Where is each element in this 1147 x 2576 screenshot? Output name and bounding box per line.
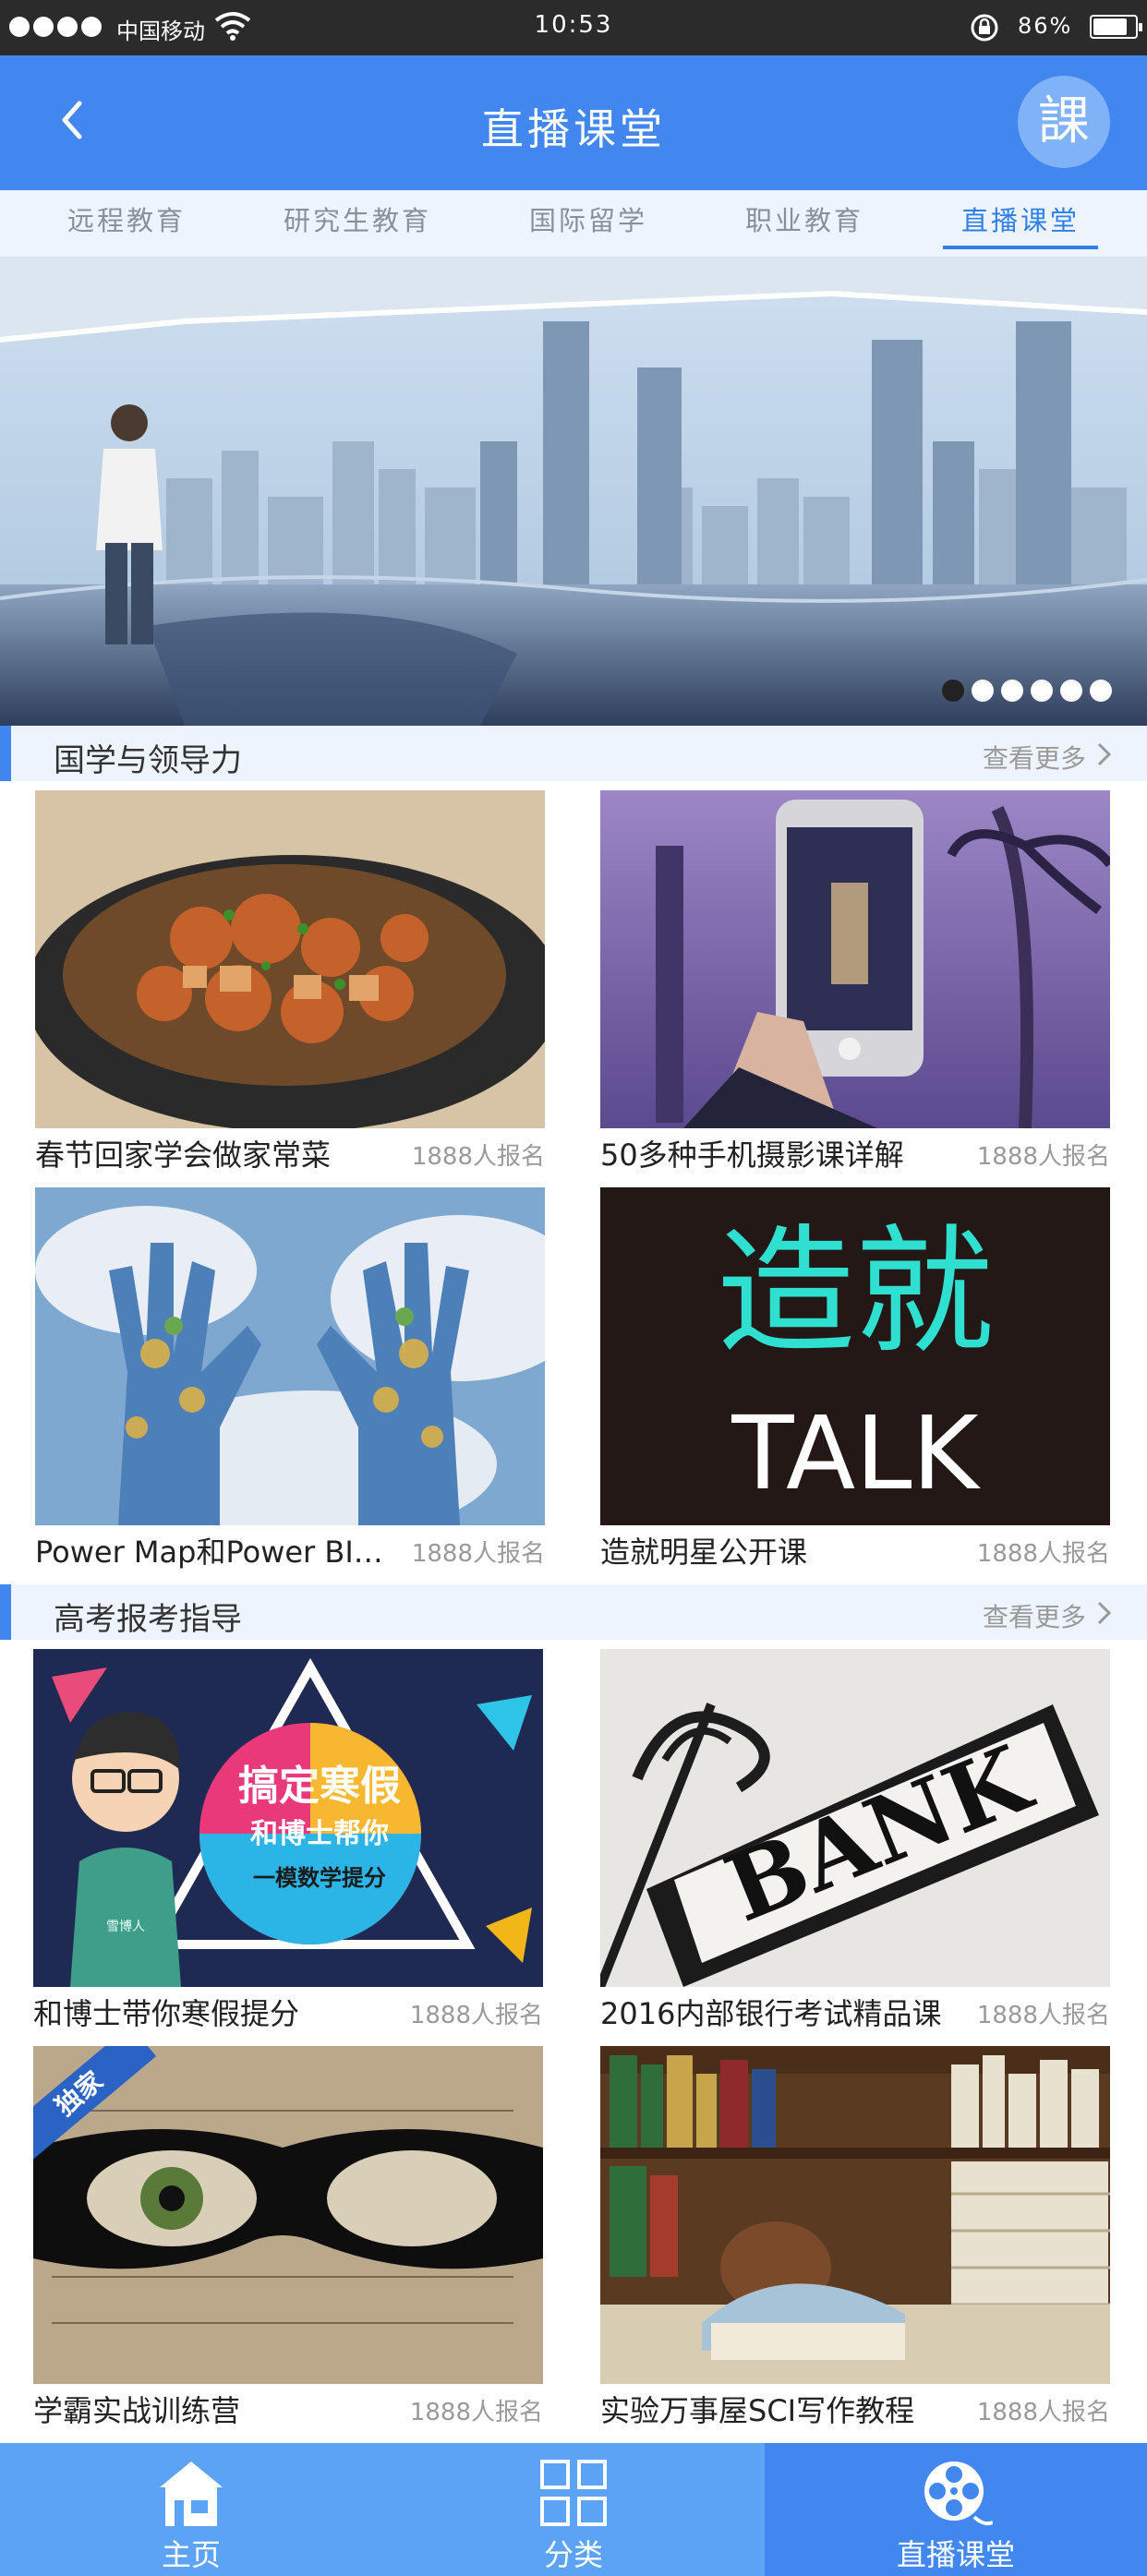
enrollment-count: 1888人报名	[409, 2002, 543, 2029]
film-reel-icon	[924, 2462, 993, 2526]
section-title: 高考报考指导	[54, 1601, 242, 1638]
nav-label: 分类	[543, 2537, 603, 2572]
battery-percent: 86%	[1018, 13, 1073, 39]
section-accent-bar	[0, 1584, 11, 1640]
talk-logo-en: TALK	[731, 1394, 979, 1512]
course-title: Power Map和Power BI数据可视化	[35, 1535, 404, 1570]
nav-item-home[interactable]: 主页	[0, 2443, 382, 2576]
category-tabs: 远程教育 研究生教育 国际留学 职业教育 直播课堂	[0, 190, 1147, 257]
course-title: 造就明星公开课	[600, 1535, 808, 1570]
enrollment-count: 1888人报名	[976, 1143, 1110, 1171]
enrollment-count: 1888人报名	[976, 2399, 1110, 2426]
nav-item-live-classroom[interactable]: 直播课堂	[765, 2443, 1147, 2576]
promo-tagline: 一模数学提分	[253, 1865, 386, 1891]
battery-icon	[1090, 15, 1142, 39]
nav-label: 主页	[161, 2537, 221, 2572]
carousel-indicator[interactable]	[942, 680, 1112, 702]
see-more-link[interactable]: 查看更多	[983, 1597, 1086, 1634]
banner-carousel[interactable]	[0, 257, 1147, 726]
promo-headline: 搞定寒假	[238, 1763, 401, 1810]
course-title: 和博士带你寒假提分	[33, 1996, 300, 2031]
page-title: 直播课堂	[481, 104, 666, 154]
tab-graduate-education[interactable]: 研究生教育	[265, 190, 450, 257]
course-thumbnail	[35, 1187, 545, 1525]
enrollment-count: 1888人报名	[409, 2399, 543, 2426]
enrollment-count: 1888人报名	[411, 1143, 545, 1171]
course-card[interactable]: Power Map和Power BI数据可视化 1888人报名	[35, 1187, 545, 1575]
course-title: 实验万事屋SCI写作教程	[600, 2393, 915, 2428]
talk-logo-cn: 造就	[716, 1212, 994, 1373]
rotation-lock-icon	[971, 14, 998, 42]
course-card[interactable]: 春节回家学会做家常菜 1888人报名	[35, 790, 545, 1178]
status-bar: 中国移动 10:53 86%	[0, 0, 1147, 55]
enrollment-count: 1888人报名	[976, 2002, 1110, 2029]
course-card[interactable]: 实验万事屋SCI写作教程 1888人报名	[600, 2046, 1110, 2434]
section-title: 国学与领导力	[54, 742, 242, 779]
enrollment-count: 1888人报名	[976, 1540, 1110, 1568]
tab-live-classroom[interactable]: 直播课堂	[942, 190, 1099, 257]
tab-remote-education[interactable]: 远程教育	[49, 190, 204, 257]
course-title: 春节回家学会做家常菜	[35, 1138, 332, 1173]
chevron-right-icon[interactable]	[1095, 1599, 1114, 1627]
course-card[interactable]: 搞定寒假 和博士帮你 一模数学提分 雪博人 和博士带你寒假提分 1888人报名	[33, 1649, 543, 2037]
course-thumbnail	[600, 2046, 1110, 2384]
nav-item-category[interactable]: 分类	[382, 2443, 765, 2576]
course-title: 50多种手机摄影课详解	[600, 1138, 904, 1173]
section-accent-bar	[0, 726, 11, 781]
nav-label: 直播课堂	[896, 2537, 1015, 2572]
banner-image	[0, 257, 1147, 726]
see-more-link[interactable]: 查看更多	[983, 739, 1086, 776]
enrollment-count: 1888人报名	[411, 1540, 545, 1568]
course-card[interactable]: 独家 学霸实战训练营 1888人报名	[33, 2046, 543, 2434]
course-thumbnail: 搞定寒假 和博士帮你 一模数学提分 雪博人	[33, 1649, 543, 1987]
course-thumbnail: 独家	[33, 2046, 543, 2384]
course-thumbnail: BANK	[600, 1649, 1110, 1987]
course-title: 学霸实战训练营	[33, 2393, 241, 2428]
app-logo[interactable]: 課	[1018, 76, 1110, 168]
course-title: 2016内部银行考试精品课	[600, 1996, 942, 2031]
bottom-navigation: 主页 分类 直播课堂	[0, 2443, 1147, 2576]
grid-icon	[540, 2460, 607, 2526]
course-thumbnail: 造就 TALK	[600, 1187, 1110, 1525]
course-card[interactable]: 造就 TALK 造就明星公开课 1888人报名	[600, 1187, 1110, 1575]
tab-vocational-education[interactable]: 职业教育	[727, 190, 882, 257]
tab-study-abroad[interactable]: 国际留学	[511, 190, 666, 257]
section-heading-guoxue: 国学与领导力 查看更多	[0, 726, 1147, 781]
home-icon	[160, 2462, 223, 2526]
mascot-label: 雪博人	[106, 1920, 145, 1934]
app-header: 直播课堂 課	[0, 55, 1147, 190]
promo-subtitle: 和博士帮你	[250, 1818, 389, 1850]
section-heading-gaokao: 高考报考指导 查看更多	[0, 1584, 1147, 1640]
course-card[interactable]: BANK 2016内部银行考试精品课 1888人报名	[600, 1649, 1110, 2037]
course-thumbnail	[600, 790, 1110, 1128]
course-thumbnail	[35, 790, 545, 1128]
chevron-right-icon[interactable]	[1095, 740, 1114, 768]
course-card[interactable]: 50多种手机摄影课详解 1888人报名	[600, 790, 1110, 1178]
